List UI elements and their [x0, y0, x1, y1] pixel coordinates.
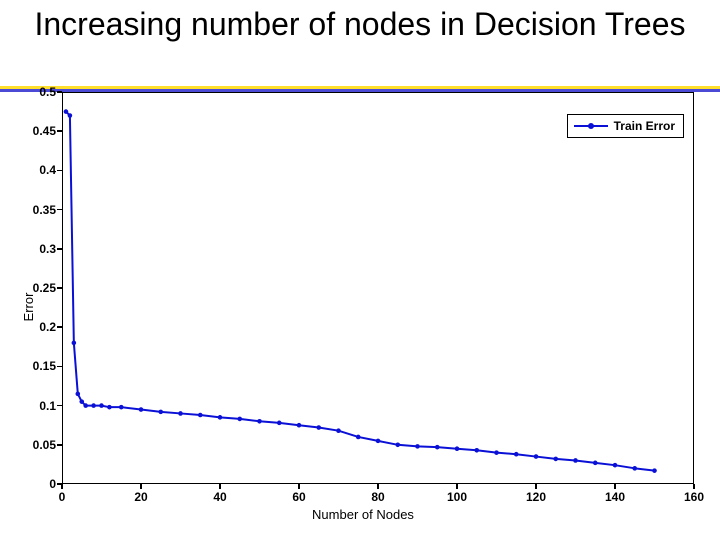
y-tick-label: 0.4 [39, 163, 62, 177]
data-point [218, 415, 223, 420]
data-point [297, 423, 302, 428]
data-point [277, 421, 282, 426]
x-tick-label: 100 [447, 484, 467, 504]
x-tick-label: 20 [134, 484, 147, 504]
data-point [474, 448, 479, 453]
y-tick-label: 0.1 [39, 399, 62, 413]
data-point [158, 410, 163, 415]
line-series [62, 92, 694, 484]
data-point [99, 403, 104, 408]
y-tick-label: 0.15 [33, 359, 62, 373]
data-point [494, 450, 499, 455]
x-tick-label: 160 [684, 484, 704, 504]
data-point [336, 428, 341, 433]
data-point [64, 109, 69, 114]
data-point [652, 468, 657, 473]
slide-title: Increasing number of nodes in Decision T… [0, 0, 720, 43]
x-tick-label: 140 [605, 484, 625, 504]
data-point [83, 403, 88, 408]
legend-swatch-icon [574, 125, 608, 127]
data-point [613, 463, 618, 468]
data-point [435, 445, 440, 450]
data-point [76, 392, 81, 397]
data-point [356, 435, 361, 440]
y-tick-label: 0.3 [39, 242, 62, 256]
y-tick-label: 0.25 [33, 281, 62, 295]
chart: Error Number of Nodes 00.050.10.150.20.2… [18, 92, 708, 522]
data-point [178, 411, 183, 416]
data-point [139, 407, 144, 412]
x-tick-label: 120 [526, 484, 546, 504]
y-tick-label: 0.35 [33, 203, 62, 217]
data-point [534, 454, 539, 459]
data-point [573, 458, 578, 463]
y-tick-label: 0.5 [39, 85, 62, 99]
y-tick-label: 0.45 [33, 124, 62, 138]
legend: Train Error [567, 114, 684, 138]
x-tick-label: 40 [213, 484, 226, 504]
x-tick-label: 80 [371, 484, 384, 504]
data-point [91, 403, 96, 408]
data-point [514, 452, 519, 457]
data-point [415, 444, 420, 449]
data-point [68, 113, 73, 118]
data-point [395, 443, 400, 448]
data-point [198, 413, 203, 418]
x-tick-label: 0 [59, 484, 66, 504]
x-axis-label: Number of Nodes [18, 507, 708, 522]
data-point [553, 457, 558, 462]
slide: Increasing number of nodes in Decision T… [0, 0, 720, 540]
data-point [593, 461, 598, 466]
data-point [316, 425, 321, 430]
data-point [119, 405, 124, 410]
data-point [632, 466, 637, 471]
y-tick-label: 0.05 [33, 438, 62, 452]
data-point [237, 417, 242, 422]
plot-area: 00.050.10.150.20.250.30.350.40.450.5 020… [62, 92, 694, 484]
data-point [376, 439, 381, 444]
y-axis-label: Error [21, 293, 36, 322]
data-point [107, 405, 112, 410]
legend-label: Train Error [614, 119, 675, 133]
train-error-line [66, 112, 655, 471]
data-point [257, 419, 262, 424]
y-tick-label: 0.2 [39, 320, 62, 334]
x-tick-label: 60 [292, 484, 305, 504]
data-point [79, 399, 84, 404]
data-point [455, 446, 460, 451]
data-point [72, 341, 77, 346]
